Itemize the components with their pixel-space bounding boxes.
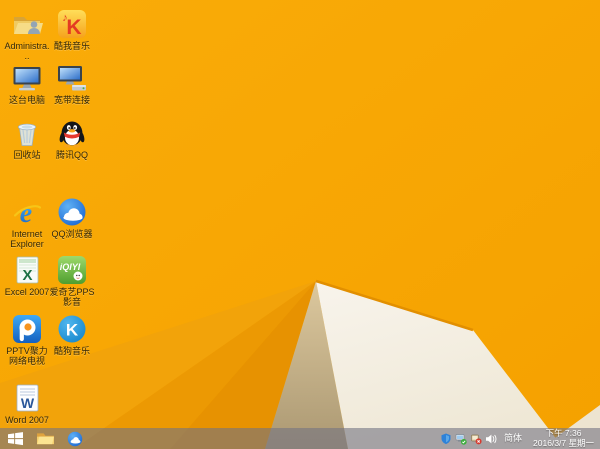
desktop-icon-this-pc[interactable]: 这台电脑 (4, 62, 50, 105)
desktop-icon-label: 酷狗音乐 (53, 346, 90, 356)
svg-text:K: K (66, 16, 81, 39)
desktop-icon-label: PPTV聚力网络电视 (6, 346, 48, 366)
qq-browser-button[interactable] (60, 428, 90, 449)
network-ok-icon[interactable] (455, 433, 467, 445)
svg-text:♪: ♪ (62, 12, 68, 24)
word-2007-icon: W (11, 382, 43, 414)
start-button[interactable] (0, 428, 30, 449)
this-pc-icon (11, 62, 43, 94)
desktop-icon-kugou-music[interactable]: K 酷狗音乐 (49, 313, 95, 356)
desktop-icon-admin-folder[interactable]: Administra... (4, 8, 50, 61)
desktop-icon-kuwo-music[interactable]: K ♪ 酷我音乐 (49, 8, 95, 51)
kuwo-music-icon: K ♪ (56, 8, 88, 40)
desktop-icon-label: 酷我音乐 (53, 41, 90, 51)
iqiyi-pps-icon: iQIYI (56, 254, 88, 286)
svg-text:X: X (22, 267, 32, 284)
volume-icon[interactable] (485, 433, 497, 445)
desktop-icon-label: Word 2007 (5, 415, 49, 425)
admin-folder-icon (11, 8, 43, 40)
desktop-icon-broadband[interactable]: 宽带连接 (49, 62, 95, 105)
desktop-icon-qq-browser[interactable]: QQ浏览器 (49, 196, 95, 239)
desktop-icon-label: Excel 2007 (4, 287, 50, 297)
taskbar: 简体 下午 7:36 2016/3/7 星期一 (0, 428, 600, 449)
desktop-icon-label: 回收站 (13, 150, 41, 160)
kugou-music-icon: K (56, 313, 88, 345)
clock-date: 2016/3/7 星期一 (533, 437, 594, 448)
svg-text:K: K (66, 321, 79, 340)
desktop-icon-area: Administra... K ♪ 酷我音乐 这台电脑 宽带连接 回收站 腾讯QQ e Inter… (0, 0, 600, 449)
desktop-icon-label: Administra... (4, 41, 50, 61)
broadband-icon (56, 62, 88, 94)
system-tray: 简体 下午 7:36 2016/3/7 星期一 (440, 428, 598, 449)
security-shield-icon[interactable] (440, 433, 452, 445)
taskbar-clock[interactable]: 下午 7:36 2016/3/7 星期一 (529, 428, 598, 448)
device-error-icon[interactable] (470, 433, 482, 445)
desktop-icon-label: 这台电脑 (8, 95, 45, 105)
desktop-icon-excel-2007[interactable]: X Excel 2007 (4, 254, 50, 297)
desktop-icon-recycle-bin[interactable]: 回收站 (4, 117, 50, 160)
excel-2007-icon: X (11, 254, 43, 286)
internet-explorer-icon: e (11, 196, 43, 228)
desktop-icon-label: QQ浏览器 (51, 229, 93, 239)
desktop-icon-tencent-qq[interactable]: 腾讯QQ (49, 117, 95, 160)
svg-text:W: W (21, 395, 35, 411)
desktop-icon-label: 宽带连接 (53, 95, 90, 105)
qq-browser-icon (56, 196, 88, 228)
desktop-icon-iqiyi-pps[interactable]: iQIYI 爱奇艺PPS影音 (49, 254, 95, 307)
desktop-icon-word-2007[interactable]: W Word 2007 (4, 382, 50, 425)
recycle-bin-icon (11, 117, 43, 149)
svg-text:iQIYI: iQIYI (60, 262, 81, 272)
file-explorer-icon (36, 431, 55, 446)
tencent-qq-icon (56, 117, 88, 149)
svg-text:e: e (20, 198, 32, 228)
start-icon (7, 431, 24, 446)
input-method-indicator[interactable]: 简体 (501, 428, 525, 449)
desktop-icon-pptv[interactable]: PPTV聚力网络电视 (4, 313, 50, 366)
desktop-icon-label: 腾讯QQ (55, 150, 88, 160)
desktop-icon-label: Internet Explorer (10, 229, 44, 249)
qq-browser-task-icon (67, 431, 83, 447)
file-explorer-button[interactable] (30, 428, 60, 449)
desktop-icon-internet-explorer[interactable]: e Internet Explorer (4, 196, 50, 249)
taskbar-pinned-area (0, 428, 90, 449)
tray-icon-area (440, 433, 497, 445)
pptv-icon (11, 313, 43, 345)
desktop-icon-label: 爱奇艺PPS影音 (49, 287, 95, 307)
